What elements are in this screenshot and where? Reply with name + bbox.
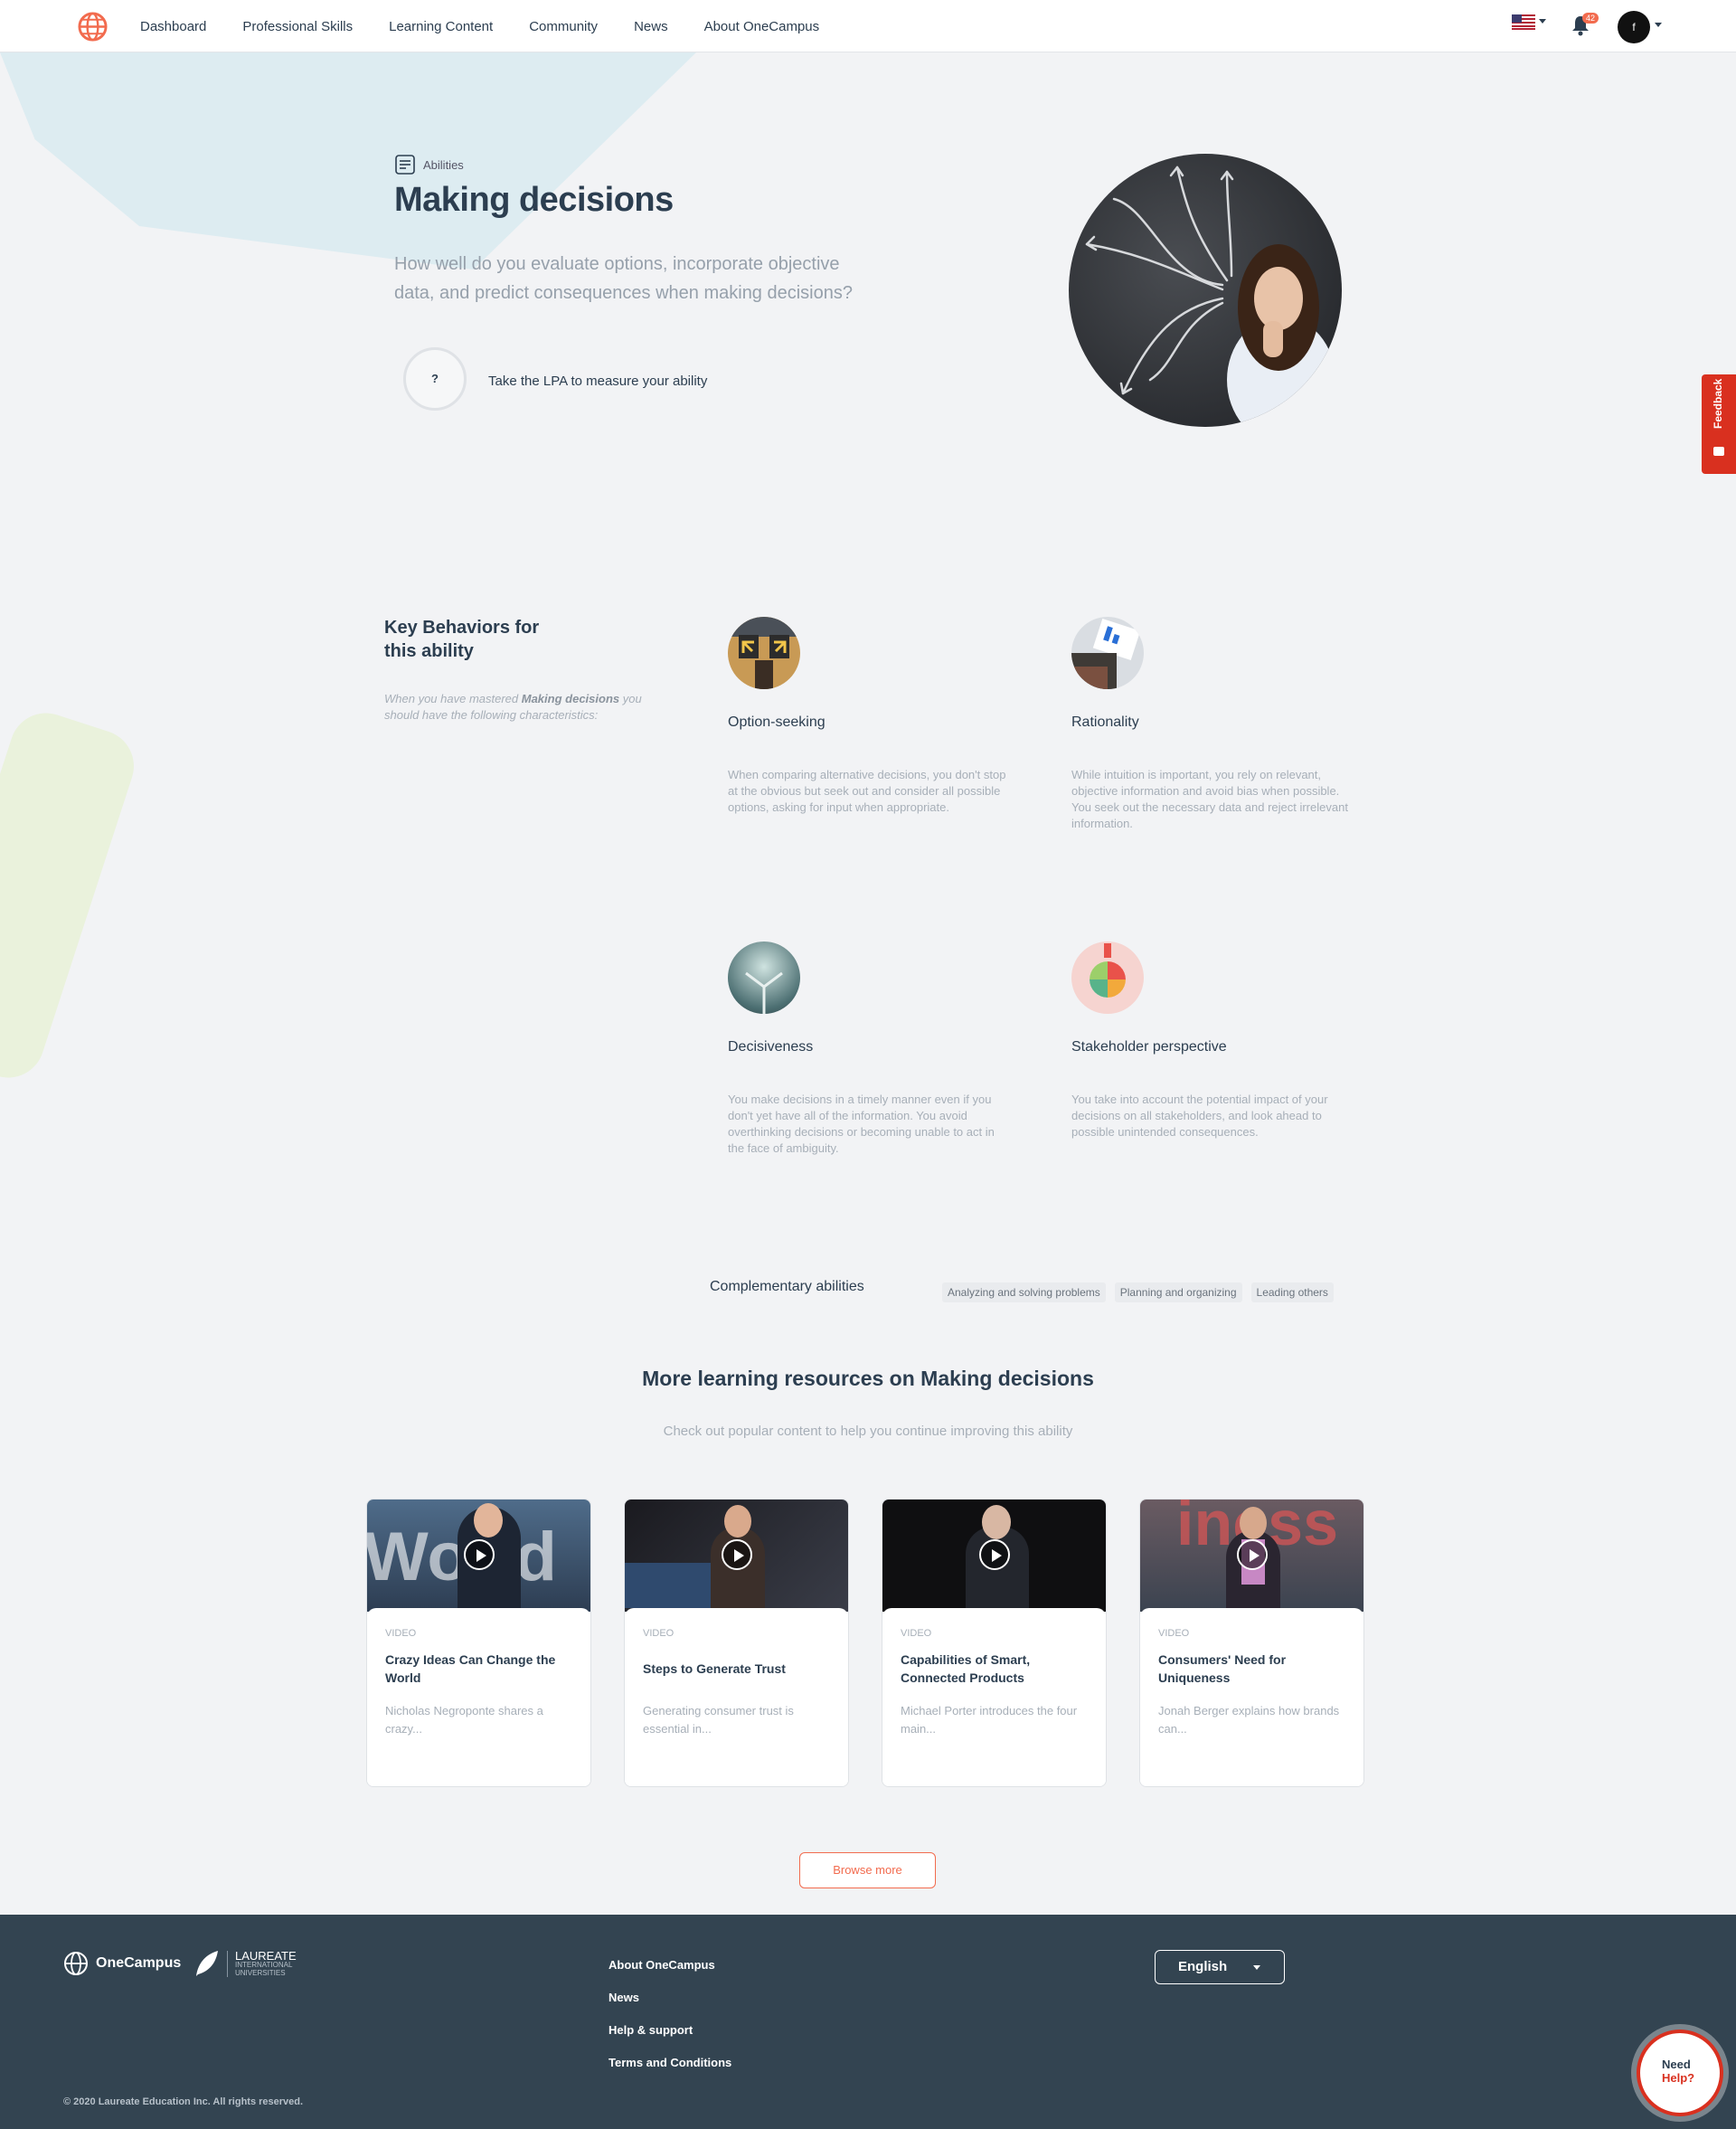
card-description: Nicholas Negroponte shares a crazy...	[385, 1704, 543, 1736]
tag-planning-and-organizing[interactable]: Planning and organizing	[1114, 1282, 1242, 1302]
tag-leading-others[interactable]: Leading others	[1250, 1282, 1334, 1302]
behavior-decisiveness: Decisiveness You make decisions in a tim…	[728, 941, 1008, 1157]
play-icon[interactable]	[979, 1539, 1010, 1570]
category-label: Abilities	[423, 157, 464, 172]
lpa-prompt[interactable]: Take the LPA to measure your ability	[488, 374, 707, 389]
behavior-title: Rationality	[1071, 714, 1139, 730]
behavior-description: When comparing alternative decisions, yo…	[728, 768, 1006, 814]
video-thumbnail	[625, 1500, 848, 1617]
card-body: VIDEO Consumers' Need for Uniqueness Jon…	[1140, 1608, 1363, 1786]
feedback-label: Feedback	[1712, 378, 1724, 429]
nav-professional-skills[interactable]: Professional Skills	[242, 19, 353, 34]
play-icon[interactable]	[1237, 1539, 1268, 1570]
card-body: VIDEO Crazy Ideas Can Change the World N…	[367, 1608, 590, 1786]
leaf-icon	[196, 1951, 218, 1976]
laureate-logo[interactable]: LAUREATE INTERNATIONAL UNIVERSITIES	[193, 1949, 297, 1978]
page-title: Making decisions	[394, 181, 674, 219]
card-body: VIDEO Steps to Generate Trust Generating…	[625, 1608, 848, 1786]
key-behaviors-subtitle: When you have mastered Making decisions …	[384, 692, 642, 722]
play-icon[interactable]	[722, 1539, 752, 1570]
footer-link-about[interactable]: About OneCampus	[609, 1958, 731, 1972]
background-shape-green	[0, 704, 144, 1087]
onecampus-logo-icon[interactable]	[78, 12, 108, 42]
behavior-title: Decisiveness	[728, 1039, 814, 1055]
card-title[interactable]: Capabilities of Smart, Connected Product…	[901, 1650, 1088, 1688]
language-select[interactable]: English	[1155, 1950, 1285, 1984]
behavior-description: You take into account the potential impa…	[1071, 1093, 1328, 1139]
nav-community[interactable]: Community	[529, 19, 598, 34]
card-description: Michael Porter introduces the four main.…	[901, 1704, 1078, 1736]
account-chevron-down-icon[interactable]	[1655, 23, 1662, 27]
footer-links: About OneCampus News Help & support Term…	[609, 1958, 731, 2088]
globe-icon	[64, 1952, 88, 1975]
feedback-icon	[1713, 447, 1724, 456]
card-body: VIDEO Capabilities of Smart, Connected P…	[882, 1608, 1106, 1786]
video-thumbnail: World	[367, 1500, 590, 1615]
card-description: Jonah Berger explains how brands can...	[1158, 1704, 1340, 1736]
behavior-option-seeking: Option-seeking When comparing alternativ…	[728, 617, 1008, 816]
hero-image	[1069, 154, 1342, 427]
behavior-stakeholder-perspective: Stakeholder perspective You take into ac…	[1071, 941, 1352, 1140]
nav-learning-content[interactable]: Learning Content	[389, 19, 493, 34]
resources-subtitle: Check out popular content to help you co…	[663, 1424, 1073, 1439]
avatar[interactable]: f	[1618, 11, 1650, 43]
stakeholder-wheel-icon	[1071, 941, 1144, 1014]
ability-category: Abilities	[394, 154, 464, 175]
video-thumbnail	[882, 1500, 1106, 1617]
video-thumbnail: iness	[1140, 1500, 1363, 1617]
play-icon[interactable]	[464, 1539, 495, 1570]
card-type: VIDEO	[1158, 1628, 1190, 1639]
key-behaviors-title: Key Behaviors for this ability	[384, 618, 540, 661]
chevron-down-icon	[1253, 1965, 1260, 1970]
browse-more-button[interactable]: Browse more	[799, 1852, 936, 1888]
footer-link-help-support[interactable]: Help & support	[609, 2023, 731, 2037]
crossroad-icon	[728, 941, 800, 1014]
complementary-abilities-tags: Analyzing and solving problems Planning …	[942, 1282, 1334, 1302]
language-value: English	[1178, 1959, 1228, 1974]
laureate-text: LAUREATE INTERNATIONAL UNIVERSITIES	[227, 1950, 297, 1977]
complementary-abilities-label: Complementary abilities	[710, 1279, 864, 1294]
document-icon	[395, 155, 415, 175]
us-flag-icon[interactable]	[1512, 14, 1535, 30]
nav-about-onecampus[interactable]: About OneCampus	[704, 19, 820, 34]
resource-card[interactable]: VIDEO Steps to Generate Trust Generating…	[624, 1499, 849, 1787]
need-help-button[interactable]: Need Help?	[1637, 2030, 1723, 2116]
need-help-label: Need Help?	[1662, 2058, 1695, 2085]
card-type: VIDEO	[901, 1628, 932, 1639]
copyright: © 2020 Laureate Education Inc. All right…	[63, 2096, 304, 2107]
footer-link-terms[interactable]: Terms and Conditions	[609, 2056, 731, 2069]
footer: OneCampus LAUREATE INTERNATIONAL UNIVERS…	[0, 1915, 1736, 2129]
page-description: How well do you evaluate options, incorp…	[394, 254, 853, 303]
footer-brand: OneCampus	[96, 1955, 182, 1971]
background-shape-blue	[0, 52, 696, 270]
footer-onecampus-logo[interactable]: OneCampus	[63, 1951, 181, 1976]
resource-card[interactable]: VIDEO Capabilities of Smart, Connected P…	[882, 1499, 1107, 1787]
resource-card[interactable]: iness VIDEO Consumers' Need for Uniquene…	[1139, 1499, 1364, 1787]
nav-dashboard[interactable]: Dashboard	[140, 19, 206, 34]
nav-news[interactable]: News	[634, 19, 668, 34]
card-description: Generating consumer trust is essential i…	[643, 1704, 794, 1736]
main-nav: Dashboard Professional Skills Learning C…	[140, 0, 855, 52]
card-type: VIDEO	[643, 1628, 675, 1639]
resource-card[interactable]: World VIDEO Crazy Ideas Can Change the W…	[366, 1499, 591, 1787]
laptop-charts-icon	[1071, 617, 1144, 689]
tag-analyzing-and-solving-problems[interactable]: Analyzing and solving problems	[942, 1282, 1106, 1302]
feedback-tab[interactable]: Feedback	[1702, 374, 1736, 474]
lpa-score-circle[interactable]: ?	[403, 347, 467, 411]
behavior-description: You make decisions in a timely manner ev…	[728, 1093, 995, 1155]
top-navbar: Dashboard Professional Skills Learning C…	[0, 0, 1736, 52]
card-title[interactable]: Consumers' Need for Uniqueness	[1158, 1650, 1345, 1688]
card-type: VIDEO	[385, 1628, 417, 1639]
behavior-title: Stakeholder perspective	[1071, 1039, 1227, 1055]
resources-title: More learning resources on Making decisi…	[642, 1367, 1094, 1390]
card-title[interactable]: Steps to Generate Trust	[643, 1650, 830, 1688]
notification-badge: 42	[1582, 13, 1599, 24]
behavior-title: Option-seeking	[728, 714, 826, 730]
behavior-rationality: Rationality While intuition is important…	[1071, 617, 1352, 832]
behavior-description: While intuition is important, you rely o…	[1071, 768, 1348, 830]
card-title[interactable]: Crazy Ideas Can Change the World	[385, 1650, 572, 1688]
language-chevron-down-icon[interactable]	[1539, 19, 1546, 24]
footer-link-news[interactable]: News	[609, 1991, 731, 2004]
arrows-signs-icon	[728, 617, 800, 689]
